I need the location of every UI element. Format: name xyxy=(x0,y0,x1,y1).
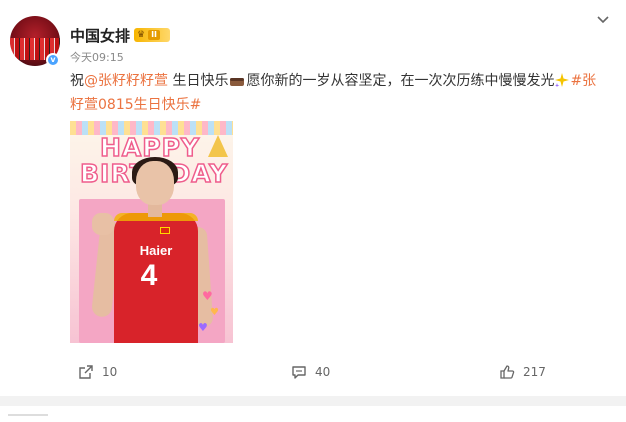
jersey-number: 4 xyxy=(140,259,158,292)
china-flag-icon xyxy=(160,227,170,234)
badge-level: II xyxy=(148,30,161,40)
next-post-placeholder xyxy=(8,414,48,416)
share-count: 10 xyxy=(102,365,118,379)
player-fist xyxy=(92,213,114,235)
text-part1: 生日快乐 xyxy=(168,73,229,89)
verified-icon: v xyxy=(46,53,60,67)
comment-icon xyxy=(292,366,306,379)
player-face xyxy=(136,161,174,205)
action-bar: 10 40 217 xyxy=(0,360,626,388)
next-post-stub xyxy=(0,408,626,422)
sparkle-emoji-icon xyxy=(555,73,570,87)
heart-icon: ♥ xyxy=(202,289,213,303)
author-name[interactable]: 中国女排 xyxy=(70,25,130,46)
player-neck xyxy=(148,203,162,217)
text-prefix: 祝 xyxy=(70,73,84,89)
heart-icon: ♥ xyxy=(210,307,219,318)
heart-icon: ♥ xyxy=(198,321,208,334)
like-button[interactable]: 217 xyxy=(499,364,546,380)
thumbs-up-icon xyxy=(500,365,515,379)
post-text: 祝@张籽籽籽萱 生日快乐 愿你新的一岁从容坚定，在一次次历练中慢慢发光 #张籽萱08… xyxy=(70,69,610,117)
share-icon xyxy=(79,365,93,379)
mention-link[interactable]: @张籽籽籽萱 xyxy=(84,73,168,89)
share-button[interactable]: 10 xyxy=(78,364,117,380)
chevron-down-icon[interactable] xyxy=(596,13,610,27)
comment-button[interactable]: 40 xyxy=(291,364,330,380)
feed-divider xyxy=(0,396,626,406)
like-count: 217 xyxy=(523,365,546,379)
cake-emoji-icon xyxy=(230,76,245,86)
comment-count: 40 xyxy=(315,365,331,379)
weibo-post: v 中国女排 ♛ II 今天09:15 祝@张籽籽籽萱 生日快乐 愿你新的一岁从容… xyxy=(0,0,626,422)
crown-icon: ♛ xyxy=(137,30,146,40)
post-time[interactable]: 今天09:15 xyxy=(70,49,124,65)
birthday-poster-image[interactable]: HAPPY BIRTHDAY Haier 4 ♥ ♥ ♥ xyxy=(70,121,233,343)
player-jersey: Haier 4 xyxy=(114,213,198,343)
jersey-brand: Haier xyxy=(139,243,173,258)
party-hat-icon xyxy=(208,135,228,157)
text-part2: 愿你新的一岁从容坚定，在一次次历练中慢慢发光 xyxy=(246,73,555,89)
member-badge[interactable]: ♛ II xyxy=(134,28,170,42)
